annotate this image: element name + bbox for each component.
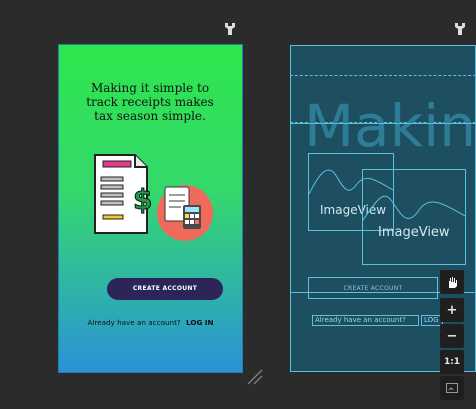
zoom-in-button[interactable]: + (440, 298, 464, 322)
fit-screen-icon[interactable] (440, 376, 464, 400)
resize-handle-icon[interactable] (246, 368, 264, 386)
headline-text: Making it simple to track receipts makes… (86, 81, 214, 123)
bp-login-text: LOG (424, 316, 439, 324)
bp-image-view-2-label: ImageView (378, 225, 450, 240)
bp-image-view-2[interactable] (362, 169, 466, 265)
svg-text:$: $ (133, 183, 152, 216)
zoom-out-button[interactable]: − (440, 324, 464, 348)
receipt-illustration: $ (93, 153, 215, 245)
create-account-button[interactable]: CREATE ACCOUNT (107, 278, 223, 300)
pin-icon[interactable] (454, 22, 466, 36)
design-preview[interactable]: Making it simple to track receipts makes… (58, 44, 243, 373)
zoom-toolbar: + − 1:1 (440, 270, 464, 402)
login-row: Already have an account? LOG IN (59, 318, 242, 327)
bp-create-button-text: CREATE ACCOUNT (343, 285, 403, 292)
login-link[interactable]: LOG IN (186, 318, 214, 327)
hand-icon[interactable] (440, 270, 464, 294)
actual-size-button[interactable]: 1:1 (440, 350, 464, 374)
have-account-text: Already have an account? (87, 318, 181, 327)
bp-have-account-text: Already have an account? (315, 316, 406, 324)
pin-icon[interactable] (224, 22, 236, 36)
